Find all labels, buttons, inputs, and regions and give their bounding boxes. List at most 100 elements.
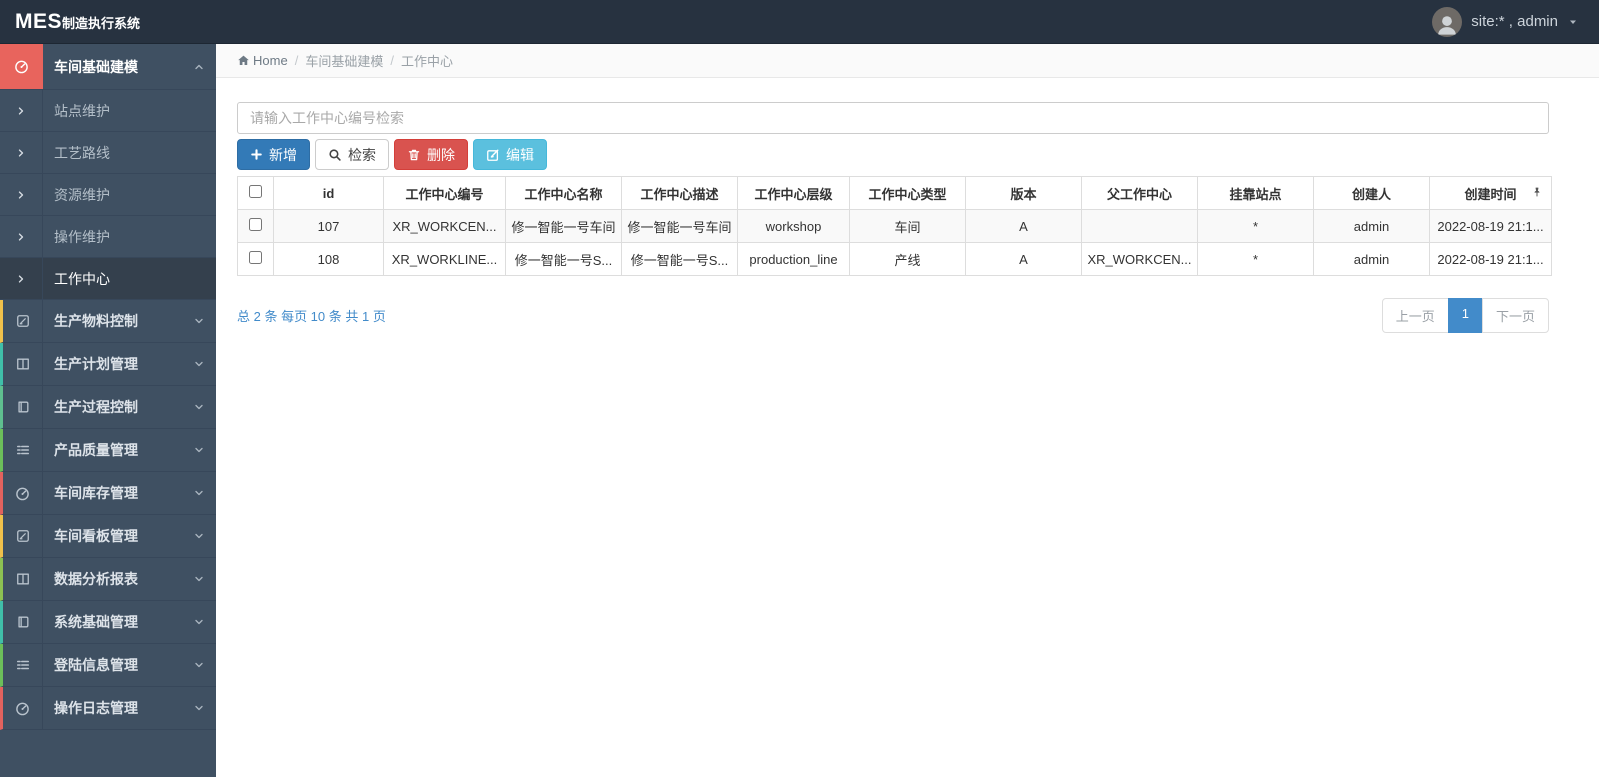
list-icon <box>3 644 43 686</box>
list-icon <box>3 429 43 471</box>
cell-station: * <box>1197 242 1314 276</box>
next-page-button[interactable]: 下一页 <box>1481 298 1549 333</box>
chevron-right-icon <box>0 258 43 299</box>
work-center-panel: 新增 检索 删除 编辑 <box>216 78 1599 333</box>
breadcrumb-home-label: Home <box>253 53 288 68</box>
sidebar-item-plan-management[interactable]: 生产计划管理 <box>0 343 216 386</box>
column-header-code: 工作中心编号 <box>383 176 506 210</box>
column-header-creator: 创建人 <box>1313 176 1430 210</box>
delete-button-label: 删除 <box>427 146 455 163</box>
top-navbar: MES 制造执行系统 site:* , admin <box>0 0 1599 44</box>
sidebar-group-workshop-modeling[interactable]: 车间基础建模 <box>0 44 216 90</box>
cell-parent <box>1081 209 1198 243</box>
cell-created: 2022-08-19 21:1... <box>1429 242 1552 276</box>
sidebar-item-system-management[interactable]: 系统基础管理 <box>0 601 216 644</box>
cell-version: A <box>965 242 1082 276</box>
column-header-id: id <box>273 176 384 210</box>
toolbar: 新增 检索 删除 编辑 <box>237 139 1549 170</box>
row-checkbox[interactable] <box>249 218 262 231</box>
sidebar-item-work-center[interactable]: 工作中心 <box>0 258 216 300</box>
pencil-square-icon <box>3 515 43 557</box>
sidebar-item-operation-maintenance[interactable]: 操作维护 <box>0 216 216 258</box>
chevron-down-icon <box>182 386 216 428</box>
table-row[interactable]: 107 XR_WORKCEN... 修一智能一号车间 修一智能一号车间 work… <box>237 209 1552 243</box>
cell-level: workshop <box>737 209 850 243</box>
chevron-down-icon <box>182 429 216 471</box>
app-logo-secondary: 制造执行系统 <box>62 15 141 31</box>
sidebar-item-process-control[interactable]: 生产过程控制 <box>0 386 216 429</box>
search-button-label: 检索 <box>348 146 376 163</box>
edit-icon <box>486 148 500 162</box>
gauge-icon <box>3 687 43 729</box>
page-1-button[interactable]: 1 <box>1447 298 1483 333</box>
sidebar-item-kanban-management[interactable]: 车间看板管理 <box>0 515 216 558</box>
cell-id: 107 <box>273 209 384 243</box>
search-input[interactable] <box>237 102 1549 134</box>
cell-station: * <box>1197 209 1314 243</box>
edit-button[interactable]: 编辑 <box>473 139 547 170</box>
book-icon <box>3 386 43 428</box>
sidebar-item-label: 数据分析报表 <box>54 571 138 587</box>
sidebar-item-label: 登陆信息管理 <box>54 657 138 673</box>
sidebar-item-label: 系统基础管理 <box>54 614 138 630</box>
sidebar-item-operation-log-management[interactable]: 操作日志管理 <box>0 687 216 730</box>
select-all-checkbox[interactable] <box>249 185 262 198</box>
chevron-down-icon <box>182 300 216 342</box>
work-center-table: id 工作中心编号 工作中心名称 工作中心描述 工作中心层级 工作中心类型 版本… <box>237 176 1552 276</box>
sidebar-item-resource-maintenance[interactable]: 资源维护 <box>0 174 216 216</box>
search-button[interactable]: 检索 <box>315 139 389 170</box>
column-header-version: 版本 <box>965 176 1082 210</box>
home-icon <box>237 54 250 67</box>
row-checkbox-cell <box>237 209 274 243</box>
user-menu[interactable]: site:* , admin <box>1432 6 1599 37</box>
sidebar-item-material-control[interactable]: 生产物料控制 <box>0 300 216 343</box>
prev-page-button[interactable]: 上一页 <box>1381 298 1449 333</box>
breadcrumb-separator: / <box>294 53 299 68</box>
breadcrumb: Home / 车间基础建模 / 工作中心 <box>216 44 1599 78</box>
breadcrumb-item-work-center: 工作中心 <box>400 54 453 69</box>
sidebar-item-label: 操作维护 <box>54 228 110 245</box>
sidebar-item-label: 操作日志管理 <box>54 700 138 716</box>
caret-down-icon <box>1567 16 1579 28</box>
cell-type: 车间 <box>849 209 966 243</box>
breadcrumb-home-link[interactable]: Home <box>237 53 288 68</box>
chevron-right-icon <box>0 216 43 257</box>
chevron-down-icon <box>182 601 216 643</box>
sidebar-item-label: 产品质量管理 <box>54 442 138 458</box>
cell-version: A <box>965 209 1082 243</box>
cell-code: XR_WORKCEN... <box>383 209 506 243</box>
sidebar-item-station-maintenance[interactable]: 站点维护 <box>0 90 216 132</box>
sidebar-item-inventory-management[interactable]: 车间库存管理 <box>0 472 216 515</box>
sidebar-item-label: 生产物料控制 <box>54 313 138 329</box>
cell-created: 2022-08-19 21:1... <box>1429 209 1552 243</box>
chevron-down-icon <box>182 687 216 729</box>
chevron-down-icon <box>182 644 216 686</box>
cell-creator: admin <box>1313 209 1430 243</box>
sidebar-item-process-route[interactable]: 工艺路线 <box>0 132 216 174</box>
sidebar-item-login-info-management[interactable]: 登陆信息管理 <box>0 644 216 687</box>
breadcrumb-item-workshop-modeling[interactable]: 车间基础建模 <box>305 51 383 70</box>
pin-icon[interactable] <box>1531 186 1543 198</box>
app-logo-primary: MES <box>15 9 63 33</box>
sidebar-item-quality-management[interactable]: 产品质量管理 <box>0 429 216 472</box>
chevron-down-icon <box>182 558 216 600</box>
delete-button[interactable]: 删除 <box>394 139 468 170</box>
chevron-down-icon <box>182 515 216 557</box>
chevron-right-icon <box>0 174 43 215</box>
cell-desc: 修一智能一号车间 <box>621 209 738 243</box>
chevron-right-icon <box>0 132 43 173</box>
column-header-created-label: 创建时间 <box>1464 186 1517 202</box>
sidebar-item-analytics-reports[interactable]: 数据分析报表 <box>0 558 216 601</box>
add-button[interactable]: 新增 <box>237 139 310 170</box>
sidebar-item-label: 生产计划管理 <box>54 356 138 372</box>
cell-name: 修一智能一号S... <box>505 242 622 276</box>
cell-desc: 修一智能一号S... <box>621 242 738 276</box>
table-row[interactable]: 108 XR_WORKLINE... 修一智能一号S... 修一智能一号S...… <box>237 242 1552 276</box>
cell-type: 产线 <box>849 242 966 276</box>
row-checkbox[interactable] <box>249 251 262 264</box>
header-checkbox-cell <box>237 176 274 210</box>
column-header-name: 工作中心名称 <box>505 176 622 210</box>
book-icon <box>3 601 43 643</box>
app-logo: MES 制造执行系统 <box>0 10 216 34</box>
cell-parent: XR_WORKCEN... <box>1081 242 1198 276</box>
